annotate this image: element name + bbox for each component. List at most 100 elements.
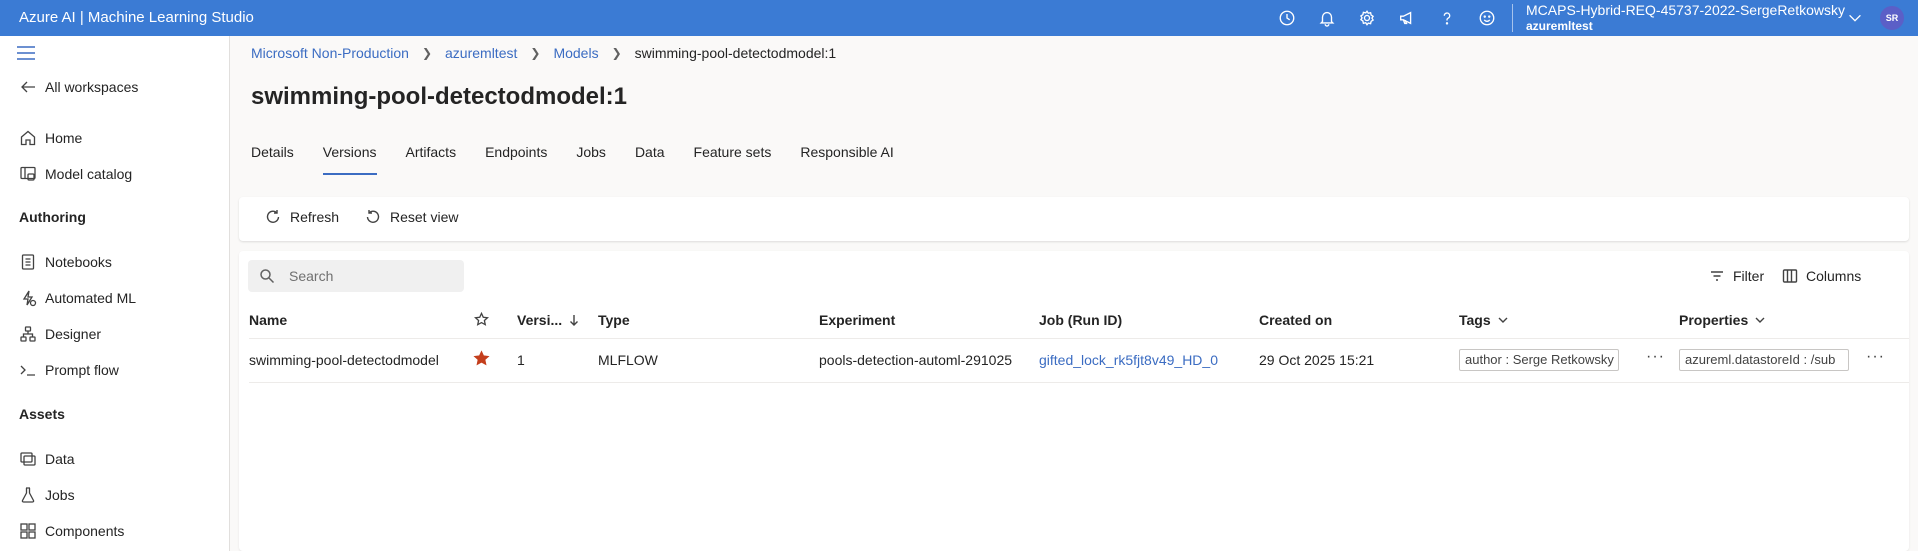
column-header-tags-label: Tags <box>1459 312 1491 328</box>
sidebar-item-designer[interactable]: Designer <box>0 320 230 348</box>
tab-versions[interactable]: Versions <box>322 144 377 175</box>
sidebar-section-assets: Assets <box>19 406 65 422</box>
sidebar-item-label: Model catalog <box>45 166 133 182</box>
columns-icon <box>1782 269 1798 283</box>
tab-feature-sets[interactable]: Feature sets <box>694 144 772 174</box>
avatar[interactable]: SR <box>1880 6 1904 30</box>
gear-icon[interactable] <box>1356 7 1378 29</box>
megaphone-icon[interactable] <box>1396 7 1418 29</box>
account-info[interactable]: MCAPS-Hybrid-REQ-45737-2022-SergeRetkows… <box>1526 2 1845 34</box>
reset-view-button[interactable]: Reset view <box>365 209 458 225</box>
sidebar-item-label: Home <box>45 130 83 146</box>
column-header-version-label: Versi... <box>517 312 563 328</box>
hamburger-menu-icon[interactable] <box>17 46 35 60</box>
history-icon[interactable] <box>1276 7 1298 29</box>
sort-descending-icon <box>570 315 579 326</box>
sidebar-item-label: Prompt flow <box>45 362 119 378</box>
breadcrumb: Microsoft Non-Production ❯ azuremltest ❯… <box>251 45 836 61</box>
sidebar-item-automated-ml[interactable]: Automated ML <box>0 284 230 312</box>
sidebar-item-home[interactable]: Home <box>0 124 230 152</box>
table-header: Name Versi... Type Experiment Job (Run I… <box>249 301 1909 339</box>
sidebar-item-label: Jobs <box>45 487 75 503</box>
favorite-star-icon[interactable] <box>473 350 490 370</box>
model-catalog-icon <box>19 165 37 183</box>
column-header-type[interactable]: Type <box>598 312 630 328</box>
smiley-icon[interactable] <box>1476 7 1498 29</box>
breadcrumb-current: swimming-pool-detectodmodel:1 <box>634 45 837 61</box>
tab-responsible-ai[interactable]: Responsible AI <box>800 144 893 174</box>
cell-created: 29 Oct 2025 15:21 <box>1259 352 1375 368</box>
main-content: Microsoft Non-Production ❯ azuremltest ❯… <box>231 36 1918 551</box>
column-header-properties[interactable]: Properties <box>1679 312 1766 328</box>
table-row[interactable]: swimming-pool-detectodmodel 1 MLFLOW poo… <box>249 339 1909 383</box>
sidebar-item-data[interactable]: Data <box>0 445 230 473</box>
filter-button[interactable]: Filter <box>1709 268 1764 284</box>
automl-icon <box>19 289 37 307</box>
tag-pill[interactable]: author : Serge Retkowsky <box>1459 349 1619 371</box>
breadcrumb-item-models[interactable]: Models <box>553 45 598 61</box>
column-header-job[interactable]: Job (Run ID) <box>1039 312 1122 328</box>
components-icon <box>19 522 37 540</box>
more-tags-icon[interactable]: ··· <box>1646 348 1665 366</box>
search-input[interactable]: Search <box>248 260 464 292</box>
column-header-created[interactable]: Created on <box>1259 312 1332 328</box>
page-title: swimming-pool-detectodmodel:1 <box>251 83 628 110</box>
column-header-name[interactable]: Name <box>249 312 287 328</box>
data-icon <box>19 450 37 468</box>
sidebar-item-label: All workspaces <box>45 79 139 95</box>
column-header-properties-label: Properties <box>1679 312 1749 328</box>
tab-endpoints[interactable]: Endpoints <box>485 144 547 174</box>
column-header-tags[interactable]: Tags <box>1459 312 1509 328</box>
sidebar: All workspaces Home Model catalog Author… <box>0 36 230 551</box>
sidebar-item-prompt-flow[interactable]: Prompt flow <box>0 356 230 384</box>
chevron-right-icon: ❯ <box>530 46 541 60</box>
column-header-favorite[interactable] <box>474 312 489 327</box>
cell-version: 1 <box>517 352 525 368</box>
column-header-version[interactable]: Versi... <box>517 312 580 328</box>
more-properties-icon[interactable]: ··· <box>1866 348 1885 366</box>
designer-icon <box>19 325 37 343</box>
sidebar-item-model-catalog[interactable]: Model catalog <box>0 160 230 188</box>
cell-name[interactable]: swimming-pool-detectodmodel <box>249 352 439 368</box>
columns-label: Columns <box>1806 268 1862 284</box>
tab-jobs[interactable]: Jobs <box>576 144 606 174</box>
search-placeholder: Search <box>289 268 334 284</box>
command-bar: Refresh Reset view <box>239 197 1909 241</box>
refresh-button[interactable]: Refresh <box>265 209 339 225</box>
breadcrumb-item-workspace[interactable]: azuremltest <box>445 45 517 61</box>
columns-button[interactable]: Columns <box>1782 268 1861 284</box>
jobs-icon <box>19 486 37 504</box>
breadcrumb-item-tenant[interactable]: Microsoft Non-Production <box>251 45 409 61</box>
sidebar-item-jobs[interactable]: Jobs <box>0 481 230 509</box>
cell-type: MLFLOW <box>598 352 658 368</box>
help-icon[interactable] <box>1436 7 1458 29</box>
chevron-down-icon <box>1498 317 1508 323</box>
reset-icon <box>366 210 380 223</box>
property-pill[interactable]: azureml.datastoreId : /sub <box>1679 349 1849 371</box>
app-title[interactable]: Azure AI | Machine Learning Studio <box>19 9 254 26</box>
sidebar-item-notebooks[interactable]: Notebooks <box>0 248 230 276</box>
chevron-right-icon: ❯ <box>611 46 622 60</box>
sidebar-item-label: Notebooks <box>45 254 112 270</box>
sidebar-item-label: Components <box>45 523 125 539</box>
workspace-name: azuremltest <box>1526 19 1593 33</box>
tab-artifacts[interactable]: Artifacts <box>406 144 457 174</box>
sidebar-item-all-workspaces[interactable]: All workspaces <box>0 73 230 101</box>
tab-details[interactable]: Details <box>251 144 294 174</box>
cell-experiment: pools-detection-automl-291025 <box>819 352 1013 368</box>
cell-job-link[interactable]: gifted_lock_rk5fjt8v49_HD_0 <box>1039 352 1218 368</box>
prompt-flow-icon <box>19 361 37 379</box>
tab-list: Details Versions Artifacts Endpoints Job… <box>251 144 923 175</box>
arrow-left-icon <box>19 78 37 96</box>
account-name: MCAPS-Hybrid-REQ-45737-2022-SergeRetkows… <box>1526 2 1846 18</box>
tab-data[interactable]: Data <box>635 144 665 174</box>
bell-icon[interactable] <box>1316 7 1338 29</box>
refresh-icon <box>266 210 280 223</box>
top-bar: Azure AI | Machine Learning Studio MCAPS… <box>0 0 1918 36</box>
chevron-down-icon[interactable] <box>1844 7 1866 29</box>
sidebar-item-components[interactable]: Components <box>0 517 230 545</box>
notebook-icon <box>19 253 37 271</box>
column-header-experiment[interactable]: Experiment <box>819 312 895 328</box>
chevron-down-icon <box>1755 317 1765 323</box>
refresh-label: Refresh <box>290 209 340 225</box>
